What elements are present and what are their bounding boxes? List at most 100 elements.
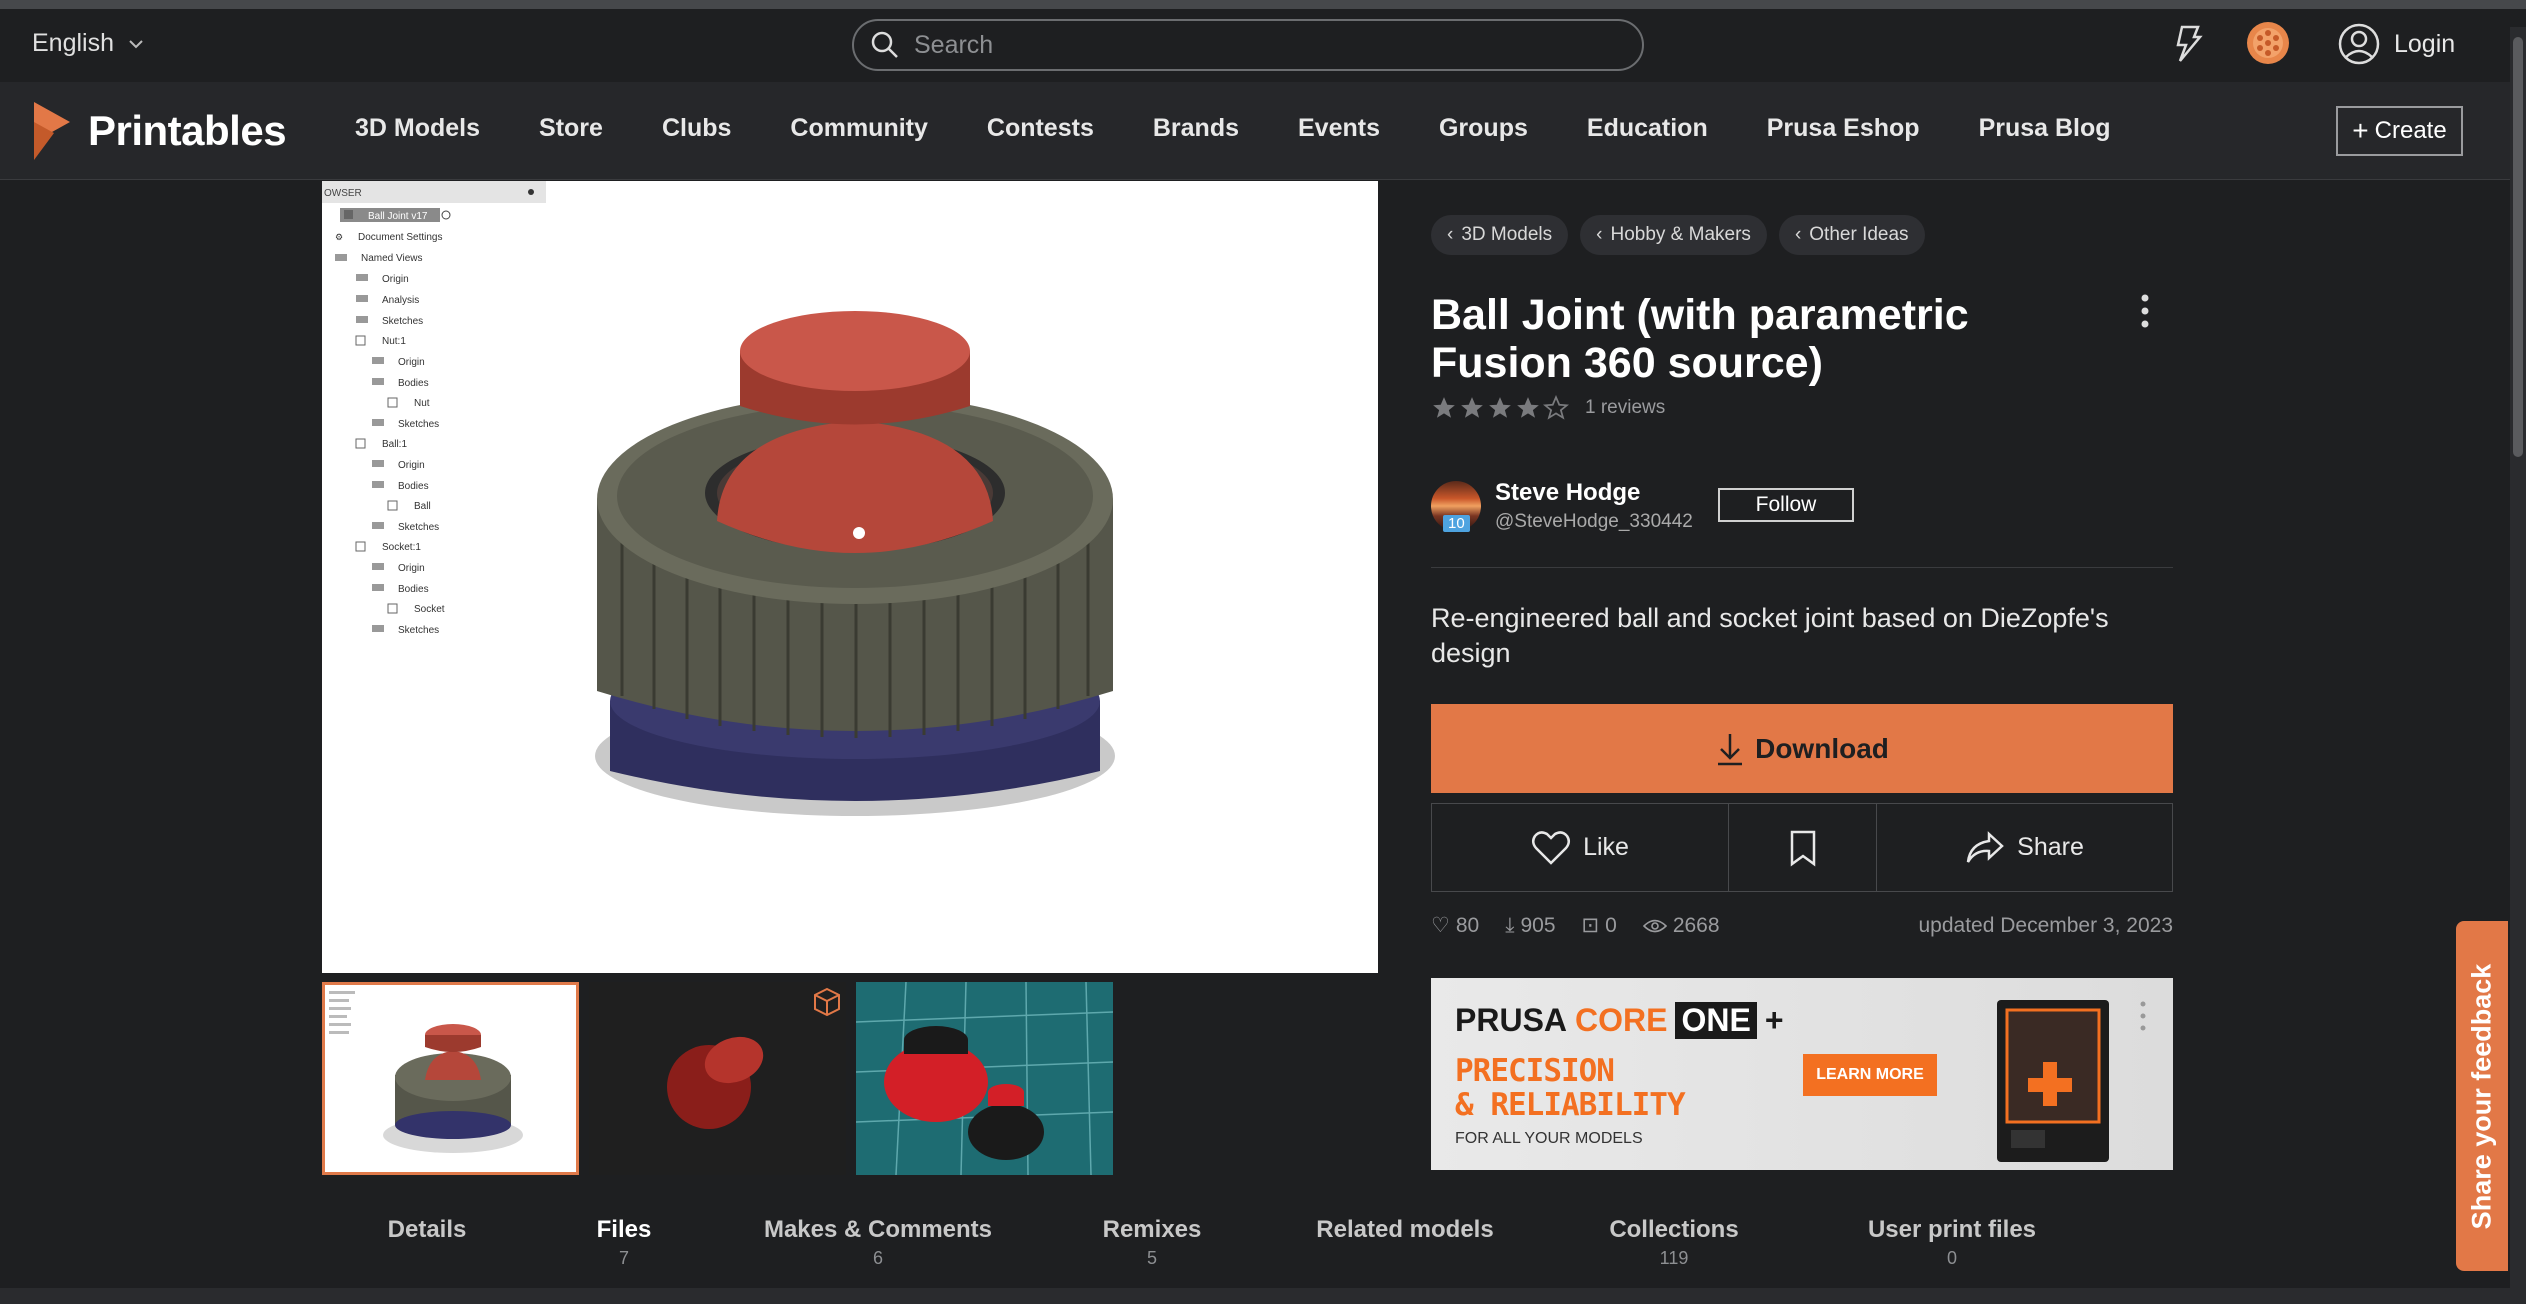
feedback-button[interactable]: Share your feedback [2456,921,2508,1271]
tab-count: 7 [618,1248,629,1268]
svg-text:Origin: Origin [398,460,425,471]
breadcrumb-other-ideas[interactable]: ‹ Other Ideas [1778,215,1925,255]
scrollbar[interactable] [2510,27,2526,1304]
tree-row[interactable]: Origin [372,460,425,471]
nav-items: 3D Models Store Clubs Community Contests… [355,114,2170,143]
learn-more-button[interactable]: LEARN MORE [1803,1054,1937,1096]
thumbnail-photo-image [856,982,1113,1175]
nav-item-clubs[interactable]: Clubs [662,114,731,143]
download-button[interactable]: Download [1431,704,2173,793]
follow-button[interactable]: Follow [1718,488,1854,522]
ball-joint-model [595,311,1115,816]
printables-logo[interactable]: Printables [30,100,287,162]
star-icon [1489,397,1511,418]
brand-name: Printables [88,107,287,154]
eye-icon [1642,919,1667,932]
nav-item-events[interactable]: Events [1298,114,1380,143]
tree-row[interactable]: Sketches [372,419,439,430]
tree-row[interactable]: Ball:1 [355,438,407,450]
downloads-count: 905 [1520,913,1556,937]
breadcrumb-3d-models[interactable]: ‹ 3D Models [1431,215,1569,255]
model-page: OWSER Ball Joint v17 ⚙ Document Settings … [0,181,2526,1304]
tree-row[interactable]: Ball [387,500,431,512]
reviews-count[interactable]: 1 reviews [1585,397,1665,419]
tree-row[interactable]: Sketches [356,316,423,327]
more-options-button[interactable] [2140,293,2150,334]
thumbnail-ball-image [667,1036,764,1129]
tab-count: 5 [1146,1248,1157,1268]
ad-menu-icon[interactable] [2139,1000,2147,1040]
ad-banner[interactable]: PRUSA CORE ONE + PRECISION & RELIABILITY… [1431,978,2173,1170]
tree-row[interactable]: Nut [387,397,430,409]
author-name[interactable]: Steve Hodge [1495,479,1693,507]
thumbnail-3[interactable] [856,982,1113,1175]
printables-prusa-icon[interactable] [2172,23,2206,70]
prusa-world-icon[interactable] [2246,21,2290,70]
tree-row[interactable]: Socket [387,603,445,615]
fusion-render: OWSER Ball Joint v17 ⚙ Document Settings … [322,181,1115,816]
updated-date: updated December 3, 2023 [1918,913,2173,937]
tree-row[interactable]: Socket:1 [355,541,421,553]
nav-item-contests[interactable]: Contests [987,114,1094,143]
main-nav: Printables 3D Models Store Clubs Communi… [0,82,2526,180]
avatar[interactable]: 10 [1431,481,1481,532]
rating[interactable]: 1 reviews [1431,395,1665,421]
scrollbar-thumb[interactable] [2513,37,2523,457]
nav-item-store[interactable]: Store [539,114,603,143]
thumbnail-2[interactable] [589,982,846,1175]
nav-item-community[interactable]: Community [790,114,928,143]
tree-row[interactable]: Sketches [372,522,439,533]
like-button[interactable]: Like [1432,804,1729,891]
tab-label: Files [596,1216,652,1243]
makes-count: 0 [1605,913,1617,937]
views-stat: 2668 [1642,913,1720,938]
breadcrumb-hobby-makers[interactable]: ‹ Hobby & Makers [1580,215,1767,255]
likes-count: 80 [1455,913,1480,937]
tree-row[interactable]: ⚙ Document Settings [335,232,443,243]
tree-row[interactable]: Origin [372,563,425,574]
svg-text:Origin: Origin [398,357,425,368]
brand-switch-icon [2176,25,2203,62]
nav-item-prusa-blog[interactable]: Prusa Blog [1979,114,2111,143]
download-icon [1718,733,1743,765]
tab-label: Details [387,1216,467,1243]
tree-row[interactable]: Origin [372,357,425,368]
author-block[interactable]: 10 Steve Hodge @SteveHodge_330442 [1431,479,1693,533]
tree-row[interactable]: Bodies [372,481,429,492]
language-selector[interactable]: English [32,29,144,58]
tree-row[interactable]: Sketches [372,625,439,636]
share-button[interactable]: Share [1877,804,2172,891]
ad-brand-core: CORE [1575,1002,1668,1038]
tree-row[interactable]: Analysis [356,295,419,306]
nav-item-brands[interactable]: Brands [1153,114,1239,143]
login-button[interactable]: Login [2338,23,2455,65]
search-bar[interactable] [852,19,1644,71]
makes-icon: ⊡ [1581,914,1600,937]
thumbnail-render-image [325,985,576,1172]
thumbnail-1[interactable] [322,982,579,1175]
tab-label: Makes & Comments [763,1216,993,1243]
3d-cube-icon[interactable] [811,986,843,1018]
views-count: 2668 [1672,913,1720,937]
svg-text:Bodies: Bodies [398,378,429,389]
like-label: Like [1583,833,1629,861]
browser-tree: Ball Joint v17 ⚙ Document Settings Named … [335,208,451,636]
search-input[interactable] [914,30,1594,60]
nav-item-groups[interactable]: Groups [1439,114,1528,143]
tree-row[interactable]: Bodies [372,378,429,389]
svg-text:Origin: Origin [382,274,409,285]
tree-row[interactable]: Named Views [335,253,423,264]
create-button[interactable]: + Create [2336,106,2463,156]
nav-item-prusa-eshop[interactable]: Prusa Eshop [1767,114,1920,143]
tree-row[interactable]: Origin [356,274,409,285]
tree-row[interactable]: Bodies [372,584,429,595]
downloads-stat: ⤓ 905 [1505,914,1555,938]
main-model-image[interactable]: OWSER Ball Joint v17 ⚙ Document Settings … [322,181,1378,973]
tab-label: User print files [1867,1216,2037,1243]
bookmark-button[interactable] [1729,804,1877,891]
nav-item-3d-models[interactable]: 3D Models [355,114,480,143]
nav-item-education[interactable]: Education [1587,114,1708,143]
svg-text:Ball:1: Ball:1 [382,439,407,450]
ad-brand: PRUSA CORE ONE + [1455,1002,1784,1039]
tree-row[interactable]: Nut:1 [355,335,406,347]
